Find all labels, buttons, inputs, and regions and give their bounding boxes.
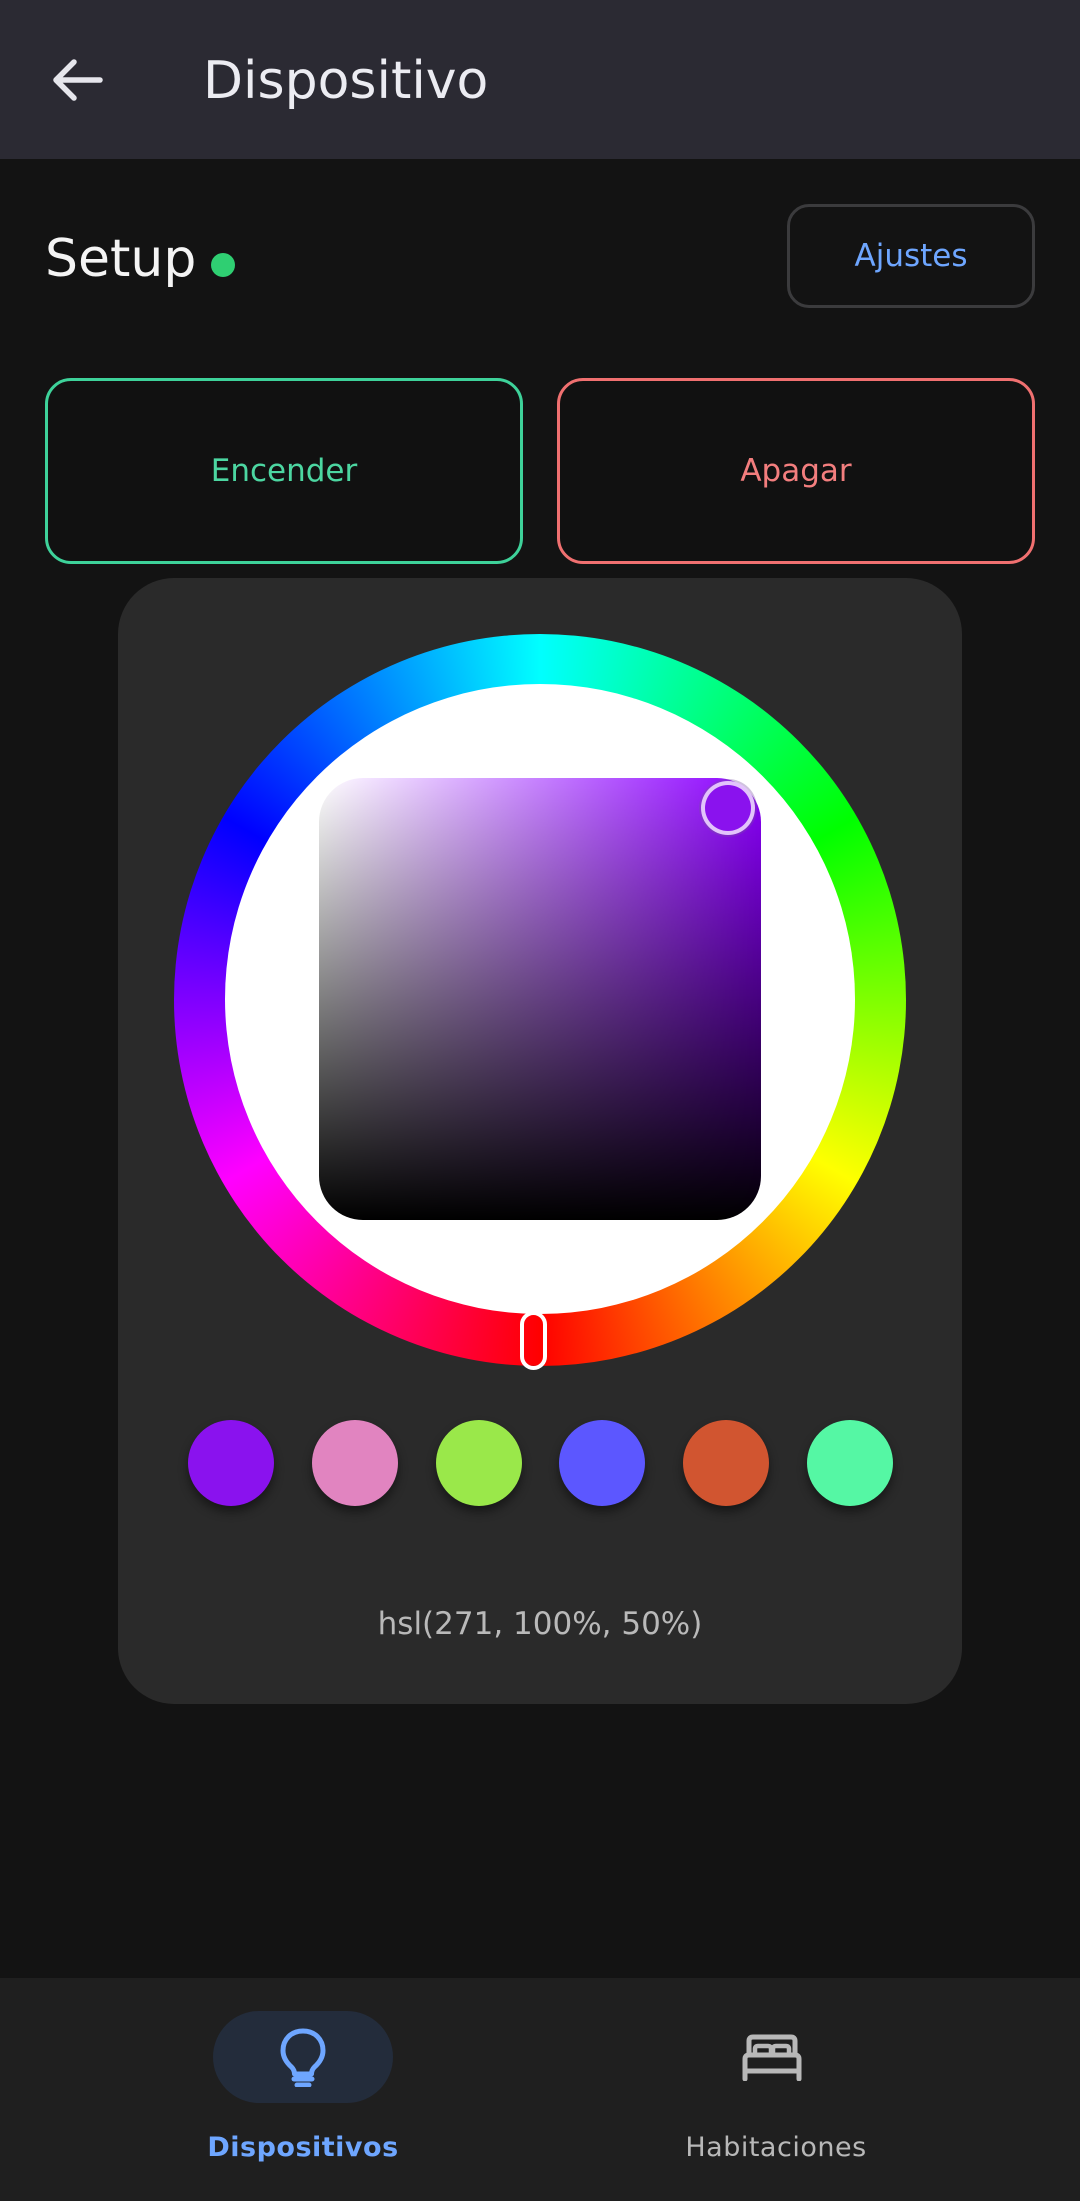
nav-label-habitaciones: Habitaciones bbox=[685, 2132, 867, 2163]
hue-handle[interactable] bbox=[520, 1311, 547, 1370]
color-value-text: hsl(271, 100%, 50%) bbox=[377, 1606, 703, 1642]
color-handle[interactable] bbox=[701, 781, 755, 835]
device-name: Setup bbox=[45, 229, 197, 289]
nav-label-dispositivos: Dispositivos bbox=[207, 2132, 399, 2163]
lightbulb-icon bbox=[263, 2021, 343, 2093]
page-title: Dispositivo bbox=[203, 51, 489, 111]
swatch-lime[interactable] bbox=[436, 1420, 522, 1506]
nav-item-habitaciones[interactable]: Habitaciones bbox=[540, 1978, 1080, 2201]
swatch-purple[interactable] bbox=[188, 1420, 274, 1506]
saturation-brightness-area[interactable] bbox=[319, 778, 761, 1220]
nav-item-dispositivos[interactable]: Dispositivos bbox=[0, 1978, 540, 2201]
bottom-navigation: Dispositivos Habitaciones bbox=[0, 1978, 1080, 2201]
bed-icon bbox=[732, 2021, 812, 2093]
turn-on-button[interactable]: Encender bbox=[45, 378, 523, 564]
color-picker-card: hsl(271, 100%, 50%) bbox=[118, 578, 962, 1704]
settings-button[interactable]: Ajustes bbox=[787, 204, 1035, 308]
back-button[interactable] bbox=[38, 40, 118, 120]
swatch-blue[interactable] bbox=[559, 1420, 645, 1506]
swatch-pink[interactable] bbox=[312, 1420, 398, 1506]
swatch-mint[interactable] bbox=[807, 1420, 893, 1506]
color-swatches bbox=[188, 1420, 893, 1506]
app-bar: Dispositivo bbox=[0, 0, 1080, 159]
status-indicator bbox=[211, 253, 235, 277]
arrow-left-icon bbox=[53, 59, 103, 101]
turn-off-button[interactable]: Apagar bbox=[557, 378, 1035, 564]
swatch-orange[interactable] bbox=[683, 1420, 769, 1506]
